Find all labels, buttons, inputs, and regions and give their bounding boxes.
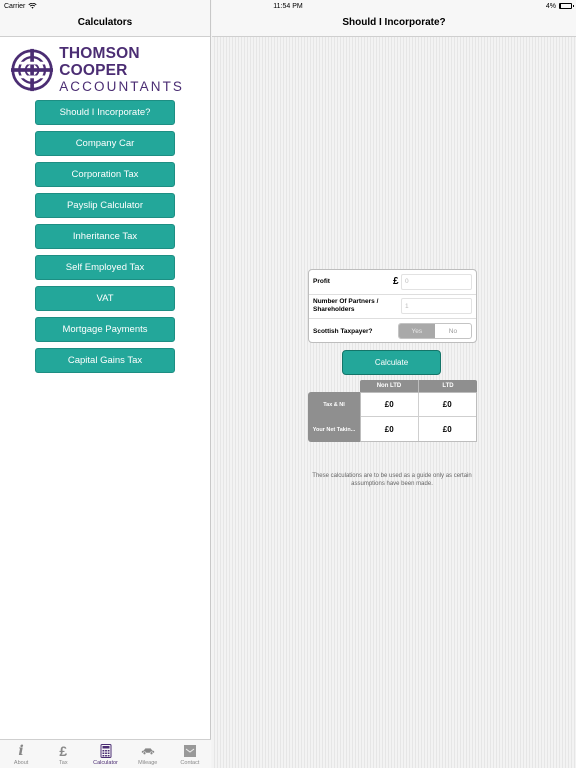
tab-bar: i About £ Tax Calculator Mileage Contact: [0, 739, 211, 768]
scottish-yes-option[interactable]: Yes: [398, 324, 435, 339]
menu-button-payslip-calculator[interactable]: Payslip Calculator: [35, 193, 175, 218]
info-icon: i: [18, 743, 24, 759]
sidebar-title: Calculators: [77, 17, 133, 28]
disclaimer-text: These calculations are to be used as a g…: [312, 473, 472, 487]
menu-button-should-i-incorporate[interactable]: Should I Incorporate?: [35, 100, 175, 125]
company-logo: THOMSON COOPER ACCOUNTANTS: [0, 37, 210, 98]
logo-line1: THOMSON COOPER: [59, 45, 140, 79]
results-grid: £0 £0 £0 £0: [360, 392, 477, 442]
partners-row: Number Of Partners / Shareholders 1: [309, 295, 476, 320]
calculator-icon: [100, 744, 111, 758]
battery-percent: 4%: [545, 2, 556, 10]
result-cell: £0: [418, 393, 476, 417]
wifi-icon: [28, 3, 37, 9]
results-row-labels: Tax & NI Your Net Takin...: [308, 392, 360, 442]
calculate-button[interactable]: Calculate: [342, 350, 441, 375]
detail-pane: Should I Incorporate? Profit £ 0 Number …: [212, 0, 576, 768]
menu-button-capital-gains-tax[interactable]: Capital Gains Tax: [35, 348, 175, 373]
menu-button-company-car[interactable]: Company Car: [35, 131, 175, 156]
scottish-row: Scottish Taxpayer? Yes No: [309, 319, 476, 344]
row-label-net-taking: Your Net Takin...: [312, 426, 356, 433]
battery-icon: [559, 3, 574, 9]
battery-fill: [560, 4, 561, 8]
mail-icon: [183, 745, 196, 757]
column-header-non-ltd: Non LTD: [360, 380, 418, 392]
profit-row: Profit £ 0: [309, 270, 476, 295]
status-time: 11:54 PM: [273, 2, 303, 10]
tab-about-label: About: [13, 760, 29, 766]
logo-text: THOMSON COOPER ACCOUNTANTS: [59, 45, 200, 94]
status-bar: Carrier 11:54 PM 4%: [0, 0, 576, 12]
menu-button-self-employed-tax[interactable]: Self Employed Tax: [35, 255, 175, 280]
status-left: Carrier: [4, 3, 37, 10]
partners-input[interactable]: 1: [401, 298, 472, 315]
tab-calculator[interactable]: Calculator: [84, 740, 126, 768]
column-header-ltd: LTD: [418, 380, 477, 392]
menu-button-inheritance-tax[interactable]: Inheritance Tax: [35, 224, 175, 249]
scottish-toggle: Yes No: [397, 323, 472, 340]
input-form: Profit £ 0 Number Of Partners / Sharehol…: [308, 269, 477, 343]
calculator-menu: Should I Incorporate? Company Car Corpor…: [0, 100, 210, 373]
scottish-no-option[interactable]: No: [435, 324, 471, 338]
page-title: Should I Incorporate?: [342, 17, 446, 28]
scottish-label: Scottish Taxpayer?: [313, 327, 373, 335]
partners-label: Number Of Partners / Shareholders: [313, 298, 379, 314]
tab-tax[interactable]: £ Tax: [42, 740, 84, 768]
profit-input[interactable]: 0: [401, 273, 472, 290]
status-right: 4%: [545, 2, 574, 10]
tab-tax-label: Tax: [59, 760, 68, 766]
menu-button-mortgage-payments[interactable]: Mortgage Payments: [35, 317, 175, 342]
car-icon: [141, 748, 154, 755]
tab-mileage[interactable]: Mileage: [127, 740, 169, 768]
row-label-tax-ni: Tax & NI: [323, 401, 345, 408]
tab-mileage-label: Mileage: [138, 760, 158, 766]
menu-button-vat[interactable]: VAT: [35, 286, 175, 311]
tab-calculator-label: Calculator: [93, 760, 118, 766]
tab-about[interactable]: i About: [0, 740, 42, 768]
result-cell: £0: [361, 393, 419, 417]
logo-mark-icon: [11, 48, 54, 91]
results-body: Tax & NI Your Net Takin... £0 £0 £0 £0: [308, 392, 477, 442]
results-header: Non LTD LTD: [360, 380, 477, 392]
logo-line2: ACCOUNTANTS: [59, 79, 185, 94]
tab-contact-label: Contact: [180, 760, 200, 766]
sidebar: Calculators THOMSON COOPER ACCOUNTANTS S…: [0, 0, 211, 768]
pound-icon: £: [59, 743, 68, 759]
result-cell: £0: [442, 424, 452, 434]
tab-contact[interactable]: Contact: [169, 740, 211, 768]
results-table: Non LTD LTD Tax & NI Your Net Takin... £…: [308, 380, 477, 442]
currency-symbol: £: [393, 276, 399, 288]
menu-button-corporation-tax[interactable]: Corporation Tax: [35, 162, 175, 187]
carrier-label: Carrier: [4, 2, 26, 10]
profit-label: Profit: [313, 278, 330, 286]
result-cell: £0: [361, 417, 419, 441]
